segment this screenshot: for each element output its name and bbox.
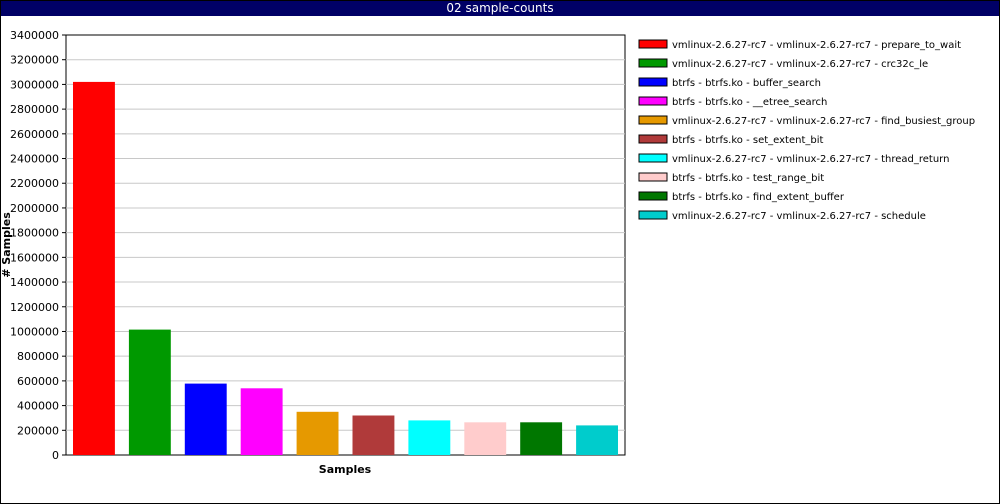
- bar-8: [464, 422, 507, 455]
- bar-2: [128, 329, 171, 455]
- y-tick-label: 2800000: [10, 103, 59, 116]
- legend: vmlinux-2.6.27-rc7 - vmlinux-2.6.27-rc7 …: [638, 39, 975, 222]
- bar-chart: 0 200000 400000 600000 800000 1000000 1200000 1…: [0, 29, 975, 476]
- y-tick-label: 1000000: [10, 325, 59, 338]
- bar-10: [576, 425, 618, 455]
- legend-item: btrfs - btrfs.ko - test_range_bit: [638, 172, 824, 184]
- y-tick-label: 400000: [17, 400, 59, 413]
- bar-3: [184, 383, 227, 455]
- legend-item: vmlinux-2.6.27-rc7 - vmlinux-2.6.27-rc7 …: [638, 39, 961, 51]
- legend-item: vmlinux-2.6.27-rc7 - vmlinux-2.6.27-rc7 …: [638, 210, 926, 222]
- legend-item: btrfs - btrfs.ko - buffer_search: [638, 77, 821, 89]
- y-tick-label: 2600000: [10, 128, 59, 141]
- y-tick-label: 3400000: [10, 29, 59, 42]
- legend-swatch: [638, 191, 668, 201]
- legend-label: vmlinux-2.6.27-rc7 - vmlinux-2.6.27-rc7 …: [672, 211, 926, 222]
- y-tick-label: 3000000: [10, 78, 59, 91]
- legend-swatch: [638, 134, 668, 144]
- bar-5: [296, 411, 339, 455]
- legend-swatch: [638, 115, 668, 125]
- bar-1: [73, 81, 115, 456]
- y-axis-ticks: 0 200000 400000 600000 800000 1000000 1200000 1…: [10, 29, 66, 462]
- legend-item: btrfs - btrfs.ko - __etree_search: [638, 96, 827, 108]
- legend-swatch: [638, 39, 668, 49]
- bar-7: [408, 420, 451, 455]
- legend-swatch: [638, 172, 668, 182]
- legend-label: btrfs - btrfs.ko - __etree_search: [672, 97, 827, 108]
- y-tick-label: 2400000: [10, 153, 59, 166]
- y-tick-label: 1200000: [10, 301, 59, 314]
- legend-swatch: [638, 153, 668, 163]
- legend-item: btrfs - btrfs.ko - set_extent_bit: [638, 134, 824, 146]
- legend-label: btrfs - btrfs.ko - find_extent_buffer: [672, 192, 845, 203]
- legend-label: vmlinux-2.6.27-rc7 - vmlinux-2.6.27-rc7 …: [672, 154, 949, 165]
- legend-label: vmlinux-2.6.27-rc7 - vmlinux-2.6.27-rc7 …: [672, 59, 928, 70]
- y-tick-label: 200000: [17, 424, 59, 437]
- legend-item: vmlinux-2.6.27-rc7 - vmlinux-2.6.27-rc7 …: [638, 115, 975, 127]
- legend-swatch: [638, 96, 668, 106]
- legend-swatch: [638, 210, 668, 220]
- legend-item: btrfs - btrfs.ko - find_extent_buffer: [638, 191, 845, 203]
- y-tick-label: 600000: [17, 375, 59, 388]
- legend-label: vmlinux-2.6.27-rc7 - vmlinux-2.6.27-rc7 …: [672, 40, 961, 51]
- y-tick-label: 2200000: [10, 177, 59, 190]
- legend-item: vmlinux-2.6.27-rc7 - vmlinux-2.6.27-rc7 …: [638, 153, 949, 165]
- y-tick-label: 800000: [17, 350, 59, 363]
- y-tick-label: 1800000: [10, 227, 59, 240]
- y-tick-label: 3200000: [10, 54, 59, 67]
- legend-swatch: [638, 58, 668, 68]
- y-tick-label: 1600000: [10, 251, 59, 264]
- legend-swatch: [638, 77, 668, 87]
- bar-6: [352, 415, 395, 455]
- legend-label: btrfs - btrfs.ko - set_extent_bit: [672, 135, 824, 146]
- legend-item: vmlinux-2.6.27-rc7 - vmlinux-2.6.27-rc7 …: [638, 58, 928, 70]
- y-tick-label: 2000000: [10, 202, 59, 215]
- y-axis-label: # Samples: [0, 212, 13, 278]
- x-axis-label: Samples: [319, 463, 372, 476]
- legend-label: btrfs - btrfs.ko - test_range_bit: [672, 173, 824, 184]
- legend-label: btrfs - btrfs.ko - buffer_search: [672, 78, 821, 89]
- y-tick-label: 0: [52, 449, 59, 462]
- bar-9: [520, 422, 563, 455]
- bar-4: [240, 388, 283, 455]
- legend-label: vmlinux-2.6.27-rc7 - vmlinux-2.6.27-rc7 …: [672, 116, 975, 127]
- y-tick-label: 1400000: [10, 276, 59, 289]
